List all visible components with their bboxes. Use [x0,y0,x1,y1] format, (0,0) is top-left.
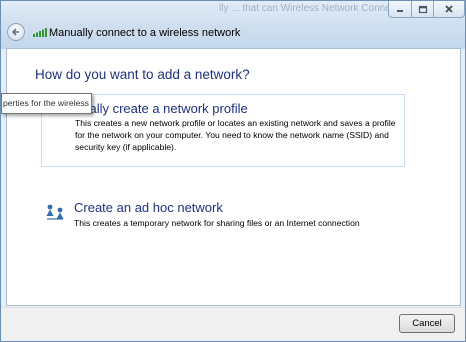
adhoc-network-option[interactable]: Create an ad hoc network This creates a … [41,195,405,235]
cancel-button[interactable]: Cancel [399,314,455,333]
option-description: This creates a temporary network for sha… [74,218,360,228]
maximize-icon [418,5,427,13]
content-panel: How do you want to add a network? nually… [6,48,461,306]
back-arrow-icon [11,28,19,36]
window-title: Manually connect to a wireless network [49,27,241,39]
ghost-title-text: lly ... that can Wireless Network Connec… [219,3,416,14]
title-bar: lly ... that can Wireless Network Connec… [1,1,465,49]
option-title: nually create a network profile [75,101,248,116]
option-description: This creates a new network profile or lo… [75,118,396,152]
back-button[interactable] [7,23,25,41]
maximize-button[interactable] [411,1,434,18]
tooltip: perties for the wireless [1,93,92,114]
adhoc-network-icon [46,204,64,220]
page-heading: How do you want to add a network? [35,67,250,82]
manual-profile-option[interactable]: nually create a network profile This cre… [41,94,405,167]
close-button[interactable] [433,1,465,18]
minimize-button[interactable] [388,1,412,18]
option-title: Create an ad hoc network [74,200,223,215]
footer-bar: Cancel [1,307,465,341]
close-icon [445,5,453,13]
wizard-window: lly ... that can Wireless Network Connec… [0,0,466,342]
minimize-icon [397,10,403,12]
wireless-signal-icon [33,28,47,37]
